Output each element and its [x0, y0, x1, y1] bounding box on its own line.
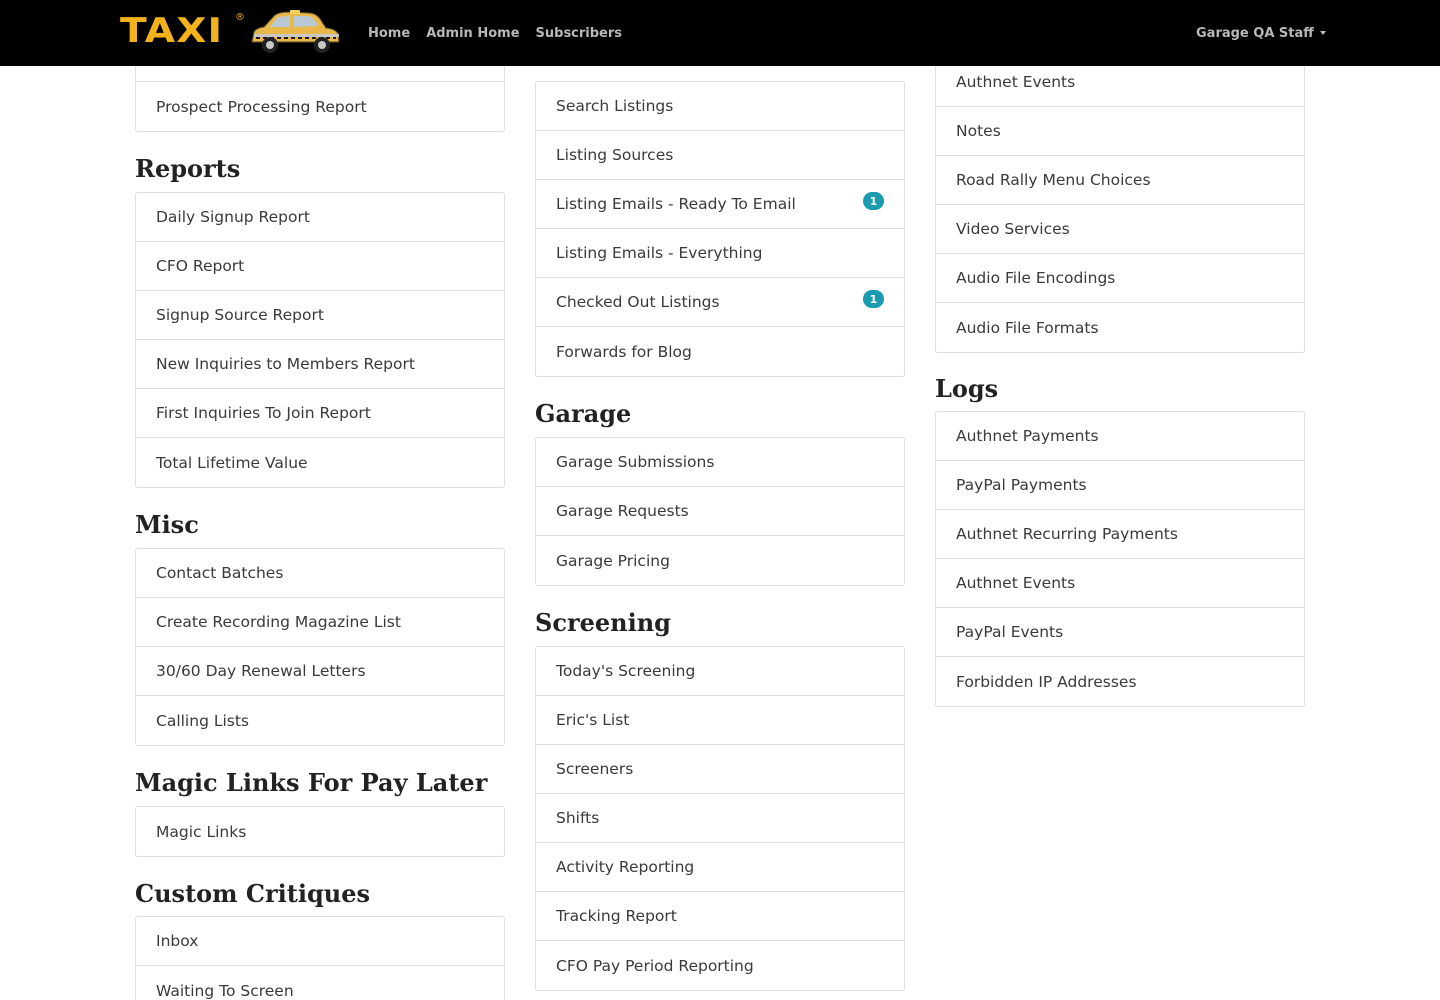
list-item-daily-signup-report[interactable]: Daily Signup Report: [136, 193, 504, 242]
logo-registered-mark: ®: [235, 12, 245, 23]
list-item-calling-lists[interactable]: Calling Lists: [136, 696, 504, 745]
custom-critiques-list: Inbox Waiting To Screen: [135, 916, 505, 1000]
listings-list: Search Listings Listing Sources Listing …: [535, 81, 905, 377]
nav-links: Home Admin Home Subscribers: [368, 0, 638, 66]
list-item-activity-reporting[interactable]: Activity Reporting: [536, 843, 904, 892]
list-item-forbidden-ip-addresses[interactable]: Forbidden IP Addresses: [936, 657, 1304, 706]
count-badge: 1: [863, 192, 884, 210]
nav-link-subscribers[interactable]: Subscribers: [536, 26, 623, 41]
column-3-top-list: Authnet Events Notes Road Rally Menu Cho…: [935, 57, 1305, 353]
list-item-listing-emails-everything[interactable]: Listing Emails - Everything: [536, 229, 904, 278]
misc-list: Contact Batches Create Recording Magazin…: [135, 548, 505, 746]
screening-list: Today's Screening Eric's List Screeners …: [535, 646, 905, 991]
taxi-logo[interactable]: TAXI ®: [118, 6, 344, 60]
list-item-notes[interactable]: Notes: [936, 107, 1304, 156]
list-item-road-rally-menu-choices[interactable]: Road Rally Menu Choices: [936, 156, 1304, 205]
list-item-video-services[interactable]: Video Services: [936, 205, 1304, 254]
list-item-search-listings[interactable]: Search Listings: [536, 82, 904, 131]
list-item-garage-pricing[interactable]: Garage Pricing: [536, 536, 904, 585]
list-item-signup-source-report[interactable]: Signup Source Report: [136, 291, 504, 340]
section-heading-custom-critiques: Custom Critiques: [135, 879, 370, 908]
list-item-magic-links[interactable]: Magic Links: [136, 807, 504, 856]
list-item-new-inquiries-report[interactable]: New Inquiries to Members Report: [136, 340, 504, 389]
list-item-todays-screening[interactable]: Today's Screening: [536, 647, 904, 696]
list-item-paypal-events[interactable]: PayPal Events: [936, 608, 1304, 657]
list-item-authnet-recurring-payments[interactable]: Authnet Recurring Payments: [936, 510, 1304, 559]
list-item-inbox[interactable]: Inbox: [136, 917, 504, 966]
section-heading-magic-links: Magic Links For Pay Later: [135, 768, 488, 797]
nav-link-admin-home[interactable]: Admin Home: [426, 26, 519, 41]
list-item-renewal-letters[interactable]: 30/60 Day Renewal Letters: [136, 647, 504, 696]
list-item-audio-file-encodings[interactable]: Audio File Encodings: [936, 254, 1304, 303]
list-item-listing-emails-ready[interactable]: Listing Emails - Ready To Email 1: [536, 180, 904, 229]
list-item-prospect-processing-report[interactable]: Prospect Processing Report: [136, 82, 504, 131]
nav-link-home[interactable]: Home: [368, 26, 410, 41]
list-item-contact-batches[interactable]: Contact Batches: [136, 549, 504, 598]
list-item-checked-out-listings[interactable]: Checked Out Listings 1: [536, 278, 904, 327]
list-item-listing-sources[interactable]: Listing Sources: [536, 131, 904, 180]
list-item-authnet-payments[interactable]: Authnet Payments: [936, 412, 1304, 461]
count-badge: 1: [863, 290, 884, 308]
list-item-waiting-to-screen[interactable]: Waiting To Screen: [136, 966, 504, 1000]
list-item-cfo-pay-period-reporting[interactable]: CFO Pay Period Reporting: [536, 941, 904, 990]
list-item-erics-list[interactable]: Eric's List: [536, 696, 904, 745]
list-item-garage-requests[interactable]: Garage Requests: [536, 487, 904, 536]
list-item-shifts[interactable]: Shifts: [536, 794, 904, 843]
section-heading-screening: Screening: [535, 608, 671, 637]
list-item-first-inquiries-report[interactable]: First Inquiries To Join Report: [136, 389, 504, 438]
section-heading-misc: Misc: [135, 510, 199, 539]
taxi-car-icon: [251, 10, 340, 53]
section-heading-logs: Logs: [935, 374, 999, 403]
section-heading-garage: Garage: [535, 399, 632, 428]
caret-down-icon: [1319, 31, 1326, 35]
list-item-screeners[interactable]: Screeners: [536, 745, 904, 794]
reports-list: Daily Signup Report CFO Report Signup So…: [135, 192, 505, 488]
list-item-audio-file-formats[interactable]: Audio File Formats: [936, 303, 1304, 352]
section-heading-reports: Reports: [135, 154, 241, 183]
list-item-recording-magazine-list[interactable]: Create Recording Magazine List: [136, 598, 504, 647]
user-name: Garage QA Staff: [1196, 25, 1314, 41]
magic-links-list: Magic Links: [135, 806, 505, 857]
list-item-authnet-events-log[interactable]: Authnet Events: [936, 559, 1304, 608]
list-item-garage-submissions[interactable]: Garage Submissions: [536, 438, 904, 487]
logo-text: TAXI: [120, 11, 224, 51]
list-item-tracking-report[interactable]: Tracking Report: [536, 892, 904, 941]
user-menu-dropdown[interactable]: Garage QA Staff: [1196, 0, 1326, 66]
garage-list: Garage Submissions Garage Requests Garag…: [535, 437, 905, 586]
list-item-cfo-report[interactable]: CFO Report: [136, 242, 504, 291]
top-navbar: TAXI ® Home Admin Home Subscribers Garag…: [0, 0, 1440, 66]
logs-list: Authnet Payments PayPal Payments Authnet…: [935, 411, 1305, 707]
list-item-total-lifetime-value[interactable]: Total Lifetime Value: [136, 438, 504, 487]
list-item-paypal-payments[interactable]: PayPal Payments: [936, 461, 1304, 510]
list-item-forwards-for-blog[interactable]: Forwards for Blog: [536, 327, 904, 376]
